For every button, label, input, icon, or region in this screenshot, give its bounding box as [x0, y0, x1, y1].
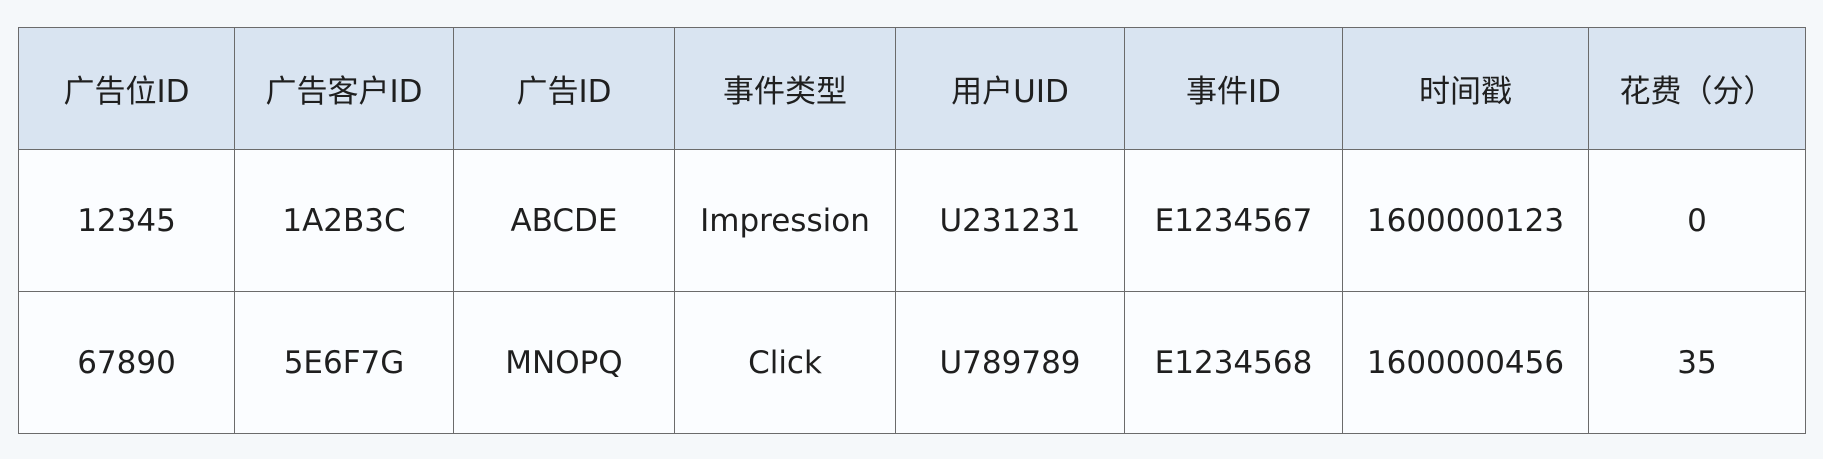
table-row: 12345 1A2B3C ABCDE Impression U231231 E1…	[18, 149, 1806, 292]
ad-events-table: 广告位ID 广告客户ID 广告ID 事件类型 用户UID 事件ID 时间戳 花费…	[18, 27, 1806, 434]
table-cell: 5E6F7G	[234, 291, 454, 434]
table-cell: 12345	[18, 149, 235, 292]
table-row: 67890 5E6F7G MNOPQ Click U789789 E123456…	[18, 291, 1806, 434]
table-cell: MNOPQ	[453, 291, 675, 434]
table-cell: Impression	[674, 149, 896, 292]
column-header-event-type: 事件类型	[674, 27, 896, 150]
table-body: 12345 1A2B3C ABCDE Impression U231231 E1…	[18, 149, 1806, 434]
table-cell: ABCDE	[453, 149, 675, 292]
table-cell: Click	[674, 291, 896, 434]
table-cell: U231231	[895, 149, 1125, 292]
column-header-advertiser-id: 广告客户ID	[234, 27, 454, 150]
table-header: 广告位ID 广告客户ID 广告ID 事件类型 用户UID 事件ID 时间戳 花费…	[18, 27, 1806, 150]
column-header-user-uid: 用户UID	[895, 27, 1125, 150]
column-header-ad-slot-id: 广告位ID	[18, 27, 235, 150]
table-cell: 35	[1588, 291, 1806, 434]
table-cell: E1234568	[1124, 291, 1343, 434]
table-cell: 1600000123	[1342, 149, 1589, 292]
table-cell: E1234567	[1124, 149, 1343, 292]
column-header-timestamp: 时间戳	[1342, 27, 1589, 150]
table-cell: 1600000456	[1342, 291, 1589, 434]
table-cell: 1A2B3C	[234, 149, 454, 292]
table-cell: U789789	[895, 291, 1125, 434]
column-header-ad-id: 广告ID	[453, 27, 675, 150]
table-cell: 0	[1588, 149, 1806, 292]
column-header-cost: 花费（分）	[1588, 27, 1806, 150]
header-row: 广告位ID 广告客户ID 广告ID 事件类型 用户UID 事件ID 时间戳 花费…	[18, 27, 1806, 150]
ad-events-table-container: 广告位ID 广告客户ID 广告ID 事件类型 用户UID 事件ID 时间戳 花费…	[18, 27, 1806, 434]
page: { "table": { "headers": ["广告位ID", "广告客户I…	[0, 0, 1823, 459]
table-cell: 67890	[18, 291, 235, 434]
column-header-event-id: 事件ID	[1124, 27, 1343, 150]
